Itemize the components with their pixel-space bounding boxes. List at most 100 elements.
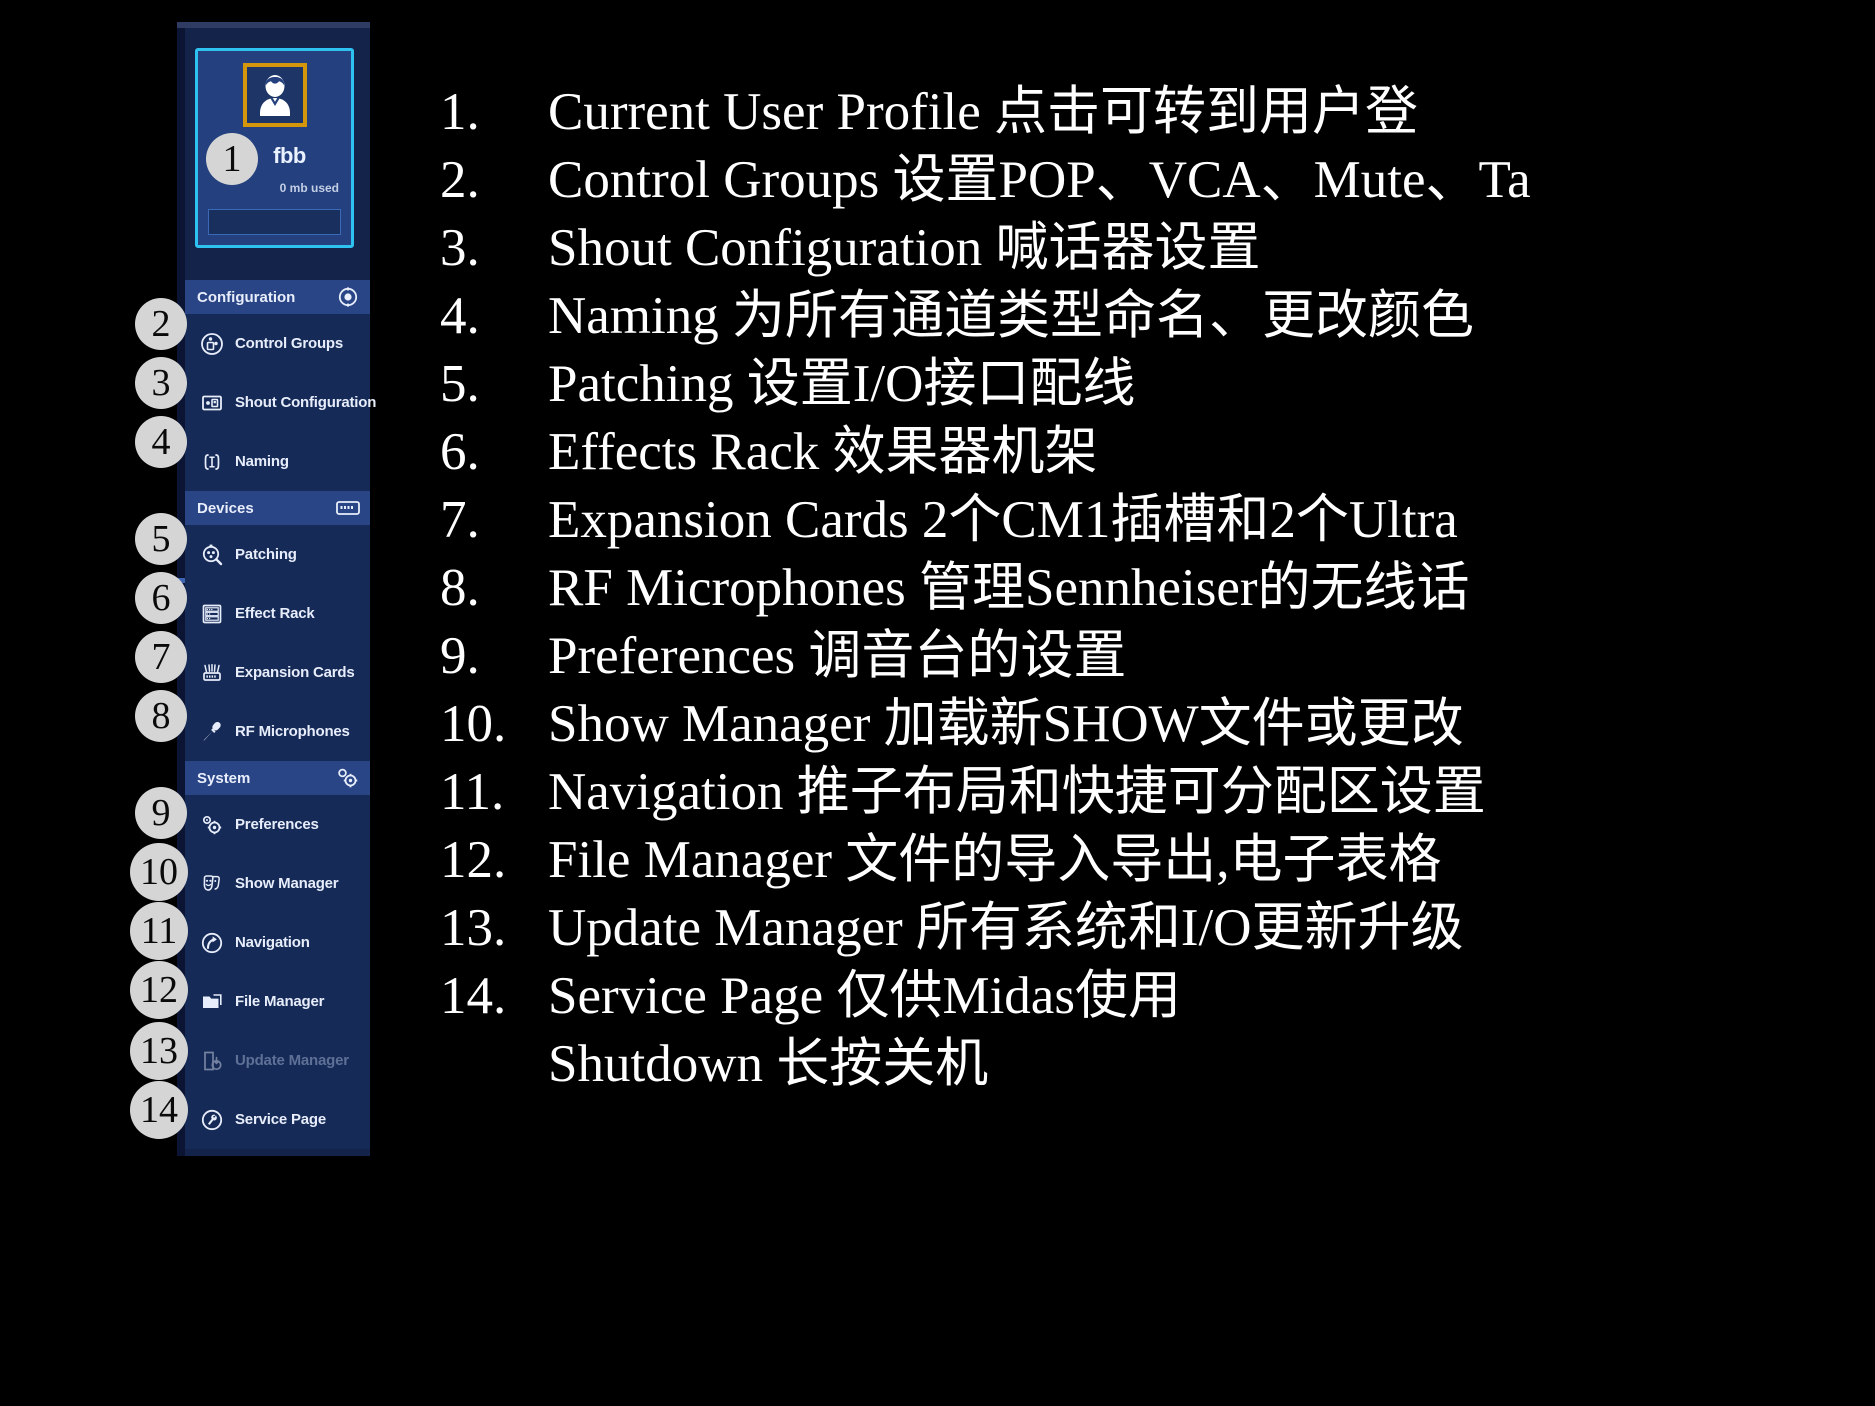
badge-number: 8	[151, 695, 171, 737]
sidebar-item-label: Expansion Cards	[235, 664, 355, 681]
callout-badge-2: 2	[135, 298, 187, 350]
effect-rack-icon	[199, 601, 225, 627]
section-label: Configuration	[197, 288, 296, 306]
list-item-number: 4.	[440, 287, 480, 345]
badge-number-1: 1	[222, 138, 242, 180]
device-card-icon	[336, 499, 360, 517]
list-item-text: Show Manager 加载新SHOW文件或更改	[548, 695, 1464, 753]
callout-badge-12: 12	[130, 961, 188, 1019]
sidebar-item-expansion-cards[interactable]: Expansion Cards	[185, 643, 370, 702]
sidebar-item-navigation[interactable]: Navigation	[185, 913, 370, 972]
callout-badge-7: 7	[135, 631, 187, 683]
expansion-cards-icon	[199, 660, 225, 686]
list-item: 4. Naming 为所有通道类型命名、更改颜色	[440, 282, 1875, 350]
list-item: 6. Effects Rack 效果器机架	[440, 418, 1875, 486]
badge-number: 2	[151, 303, 171, 345]
badge-number: 4	[151, 421, 171, 463]
user-storage-usage-label: 0 mb used	[279, 181, 339, 195]
sidebar-item-label: Effect Rack	[235, 605, 315, 622]
list-item: Shutdown 长按关机	[440, 1030, 1875, 1098]
sidebar-item-label: Patching	[235, 546, 297, 563]
sidebar-item-label: Shout Configuration	[235, 394, 377, 411]
list-item-text: Control Groups 设置POP、VCA、Mute、Ta	[548, 151, 1531, 209]
callout-badge-13: 13	[130, 1022, 188, 1080]
badge-number: 5	[151, 518, 171, 560]
list-item: 8. RF Microphones 管理Sennheiser的无线话	[440, 554, 1875, 622]
list-item: 9. Preferences 调音台的设置	[440, 622, 1875, 690]
list-item: 12. File Manager 文件的导入导出,电子表格	[440, 826, 1875, 894]
badge-number: 12	[140, 969, 178, 1011]
badge-number: 11	[140, 910, 178, 952]
user-storage-meter	[208, 209, 341, 235]
sidebar-item-label: Naming	[235, 453, 289, 470]
sidebar-item-shout-configuration[interactable]: Shout Configuration	[185, 373, 376, 432]
list-item-text: Patching 设置I/O接口配线	[548, 355, 1136, 413]
wrench-icon	[199, 1107, 225, 1133]
badge-number: 3	[151, 362, 171, 404]
badge-number: 7	[151, 636, 171, 678]
sidebar-item-service-page[interactable]: Service Page	[185, 1090, 370, 1149]
list-item-text: Current User Profile 点击可转到用户登	[548, 83, 1418, 141]
sidebar-item-label: Service Page	[235, 1111, 326, 1128]
callout-badge-8: 8	[135, 690, 187, 742]
callout-badge-14: 14	[130, 1081, 188, 1139]
control-groups-icon	[199, 331, 225, 357]
badge-number: 10	[140, 851, 178, 893]
list-item-number: 3.	[440, 219, 480, 277]
sidebar-item-preferences[interactable]: Preferences	[185, 795, 370, 854]
list-item-text: RF Microphones 管理Sennheiser的无线话	[548, 559, 1470, 617]
list-item-number: 7.	[440, 491, 480, 549]
sidebar-item-label: File Manager	[235, 993, 325, 1010]
list-item-number: 9.	[440, 627, 480, 685]
list-item-text: Expansion Cards 2个CM1插槽和2个Ultra	[548, 491, 1458, 549]
target-gear-icon	[336, 287, 360, 307]
list-item-number: 13.	[440, 899, 507, 957]
sidebar-item-patching[interactable]: Patching	[185, 525, 370, 584]
sidebar-item-show-manager[interactable]: Show Manager	[185, 854, 370, 913]
callout-badge-6: 6	[135, 572, 187, 624]
callout-badge-1: 21	[206, 133, 258, 185]
list-item: 14. Service Page 仅供Midas使用	[440, 962, 1875, 1030]
sidebar-item-effect-rack[interactable]: Effect Rack	[185, 584, 370, 643]
sidebar-item-label: Preferences	[235, 816, 319, 833]
badge-number: 13	[140, 1030, 178, 1072]
badge-number: 14	[140, 1089, 178, 1131]
sidebar-item-file-manager[interactable]: File Manager	[185, 972, 370, 1031]
callout-badge-11: 11	[130, 902, 188, 960]
list-item: 7. Expansion Cards 2个CM1插槽和2个Ultra	[440, 486, 1875, 554]
shout-config-icon	[199, 390, 225, 416]
list-item-number: 8.	[440, 559, 480, 617]
list-item: 1. Current User Profile 点击可转到用户登	[440, 78, 1875, 146]
user-avatar-icon	[242, 63, 307, 127]
list-item-number: 6.	[440, 423, 480, 481]
list-item: 13. Update Manager 所有系统和I/O更新升级	[440, 894, 1875, 962]
section-label: Devices	[197, 499, 254, 517]
section-header-system: System	[185, 761, 370, 795]
list-item-number: 2.	[440, 151, 480, 209]
theatre-masks-icon	[199, 871, 225, 897]
section-label: System	[197, 769, 251, 787]
microphone-icon	[199, 719, 225, 745]
callout-badge-10: 10	[130, 843, 188, 901]
sidebar-item-label: Update Manager	[235, 1052, 349, 1069]
sidebar-item-label: Navigation	[235, 934, 310, 951]
list-item: 11. Navigation 推子布局和快捷可分配区设置	[440, 758, 1875, 826]
console-settings-sidebar: fbb 0 mb used Configuration Control Grou…	[177, 22, 376, 1156]
list-item-text: Preferences 调音台的设置	[548, 627, 1127, 685]
navigation-arrow-icon	[199, 930, 225, 956]
sidebar-item-control-groups[interactable]: Control Groups	[185, 314, 370, 373]
callout-badge-3: 3	[135, 357, 187, 409]
list-item: 3. Shout Configuration 喊话器设置	[440, 214, 1875, 282]
list-item: 10. Show Manager 加载新SHOW文件或更改	[440, 690, 1875, 758]
sidebar-item-naming[interactable]: Naming	[185, 432, 370, 491]
list-item-number: 10.	[440, 695, 507, 753]
list-item-text: Shout Configuration 喊话器设置	[548, 219, 1261, 277]
sidebar-item-rf-microphones[interactable]: RF Microphones	[185, 702, 370, 761]
folder-icon	[199, 989, 225, 1015]
list-item-number: 14.	[440, 967, 507, 1025]
section-header-configuration: Configuration	[185, 280, 370, 314]
sidebar-item-label: Control Groups	[235, 335, 344, 352]
list-item: 2. Control Groups 设置POP、VCA、Mute、Ta	[440, 146, 1875, 214]
sidebar-item-update-manager[interactable]: Update Manager	[185, 1031, 370, 1090]
update-download-icon	[199, 1048, 225, 1074]
